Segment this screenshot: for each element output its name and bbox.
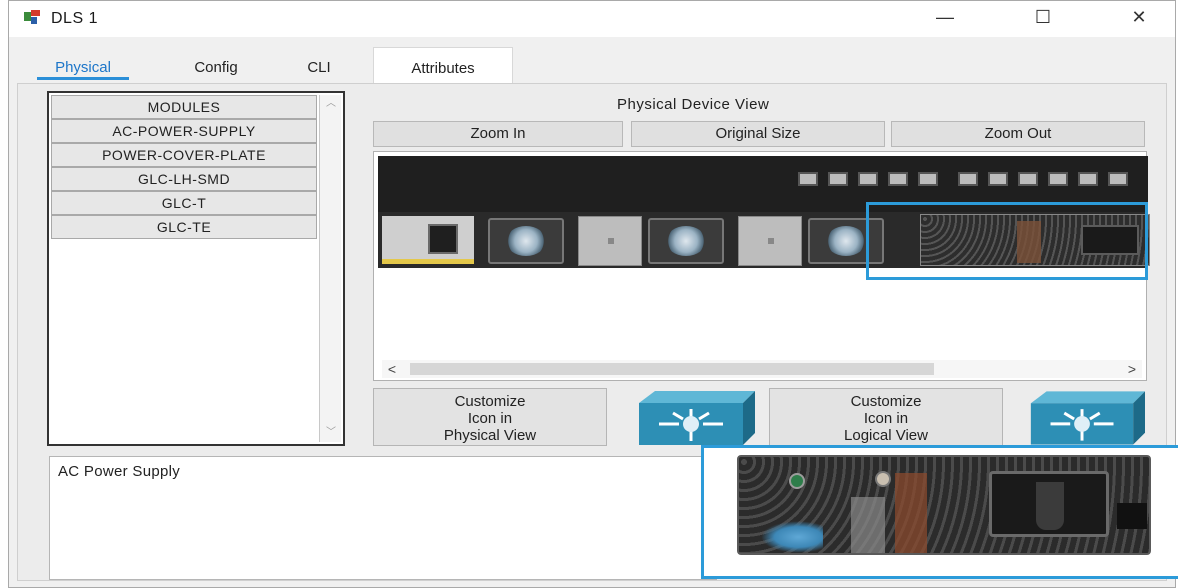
module-item[interactable]: AC-POWER-SUPPLY <box>51 119 317 143</box>
module-item[interactable]: POWER-COVER-PLATE <box>51 143 317 167</box>
power-plug-icon <box>989 471 1109 537</box>
power-supply-slot[interactable] <box>382 216 474 264</box>
button-label-line: Logical View <box>844 427 928 444</box>
port-icon <box>958 172 978 186</box>
modules-header: MODULES <box>51 95 317 119</box>
window-title: DLS 1 <box>51 10 98 27</box>
port-icon <box>1108 172 1128 186</box>
cisco-device-icon <box>24 10 40 24</box>
tab-config[interactable]: Config <box>181 47 251 83</box>
selected-slot-highlight <box>866 202 1148 280</box>
module-item[interactable]: GLC-TE <box>51 215 317 239</box>
button-label-line: Physical View <box>443 427 537 444</box>
button-label-line: Icon in <box>863 410 909 427</box>
port-icon <box>858 172 878 186</box>
multilayer-switch-icon <box>1030 391 1145 445</box>
status-led-icon <box>875 471 891 487</box>
tab-physical[interactable]: Physical <box>37 47 129 83</box>
button-label-line: Icon in <box>467 410 513 427</box>
status-bar <box>382 259 474 264</box>
title-bar: DLS 1 — ☐ ✕ <box>9 1 1175 37</box>
scroll-right-icon[interactable]: > <box>1122 360 1142 378</box>
module-description: AC Power Supply <box>49 456 717 580</box>
button-label-line: Customize <box>454 393 526 410</box>
modules-list[interactable]: MODULES AC-POWER-SUPPLY POWER-COVER-PLAT… <box>47 91 345 446</box>
multilayer-switch-icon <box>639 391 755 445</box>
port-icon <box>1078 172 1098 186</box>
blank-slot[interactable] <box>578 216 642 266</box>
port-icon <box>918 172 938 186</box>
module-item[interactable]: GLC-LH-SMD <box>51 167 317 191</box>
fan-module-icon[interactable] <box>648 218 724 264</box>
module-item[interactable]: GLC-T <box>51 191 317 215</box>
button-label-line: Customize <box>850 393 922 410</box>
ac-power-supply-preview[interactable] <box>737 455 1151 555</box>
minimize-button[interactable]: — <box>915 1 975 33</box>
maximize-button[interactable]: ☐ <box>1013 1 1073 33</box>
device-window: DLS 1 — ☐ ✕ Physical Config CLI Attribut… <box>8 0 1178 588</box>
scroll-up-icon[interactable]: ︿ <box>320 95 342 113</box>
tab-bar: Physical Config CLI Attributes <box>9 47 1175 83</box>
customize-physical-icon-button[interactable]: Customize Icon in Physical View <box>373 388 607 446</box>
blank-slot[interactable] <box>738 216 802 266</box>
zoom-out-button[interactable]: Zoom Out <box>891 121 1145 147</box>
module-items: MODULES AC-POWER-SUPPLY POWER-COVER-PLAT… <box>51 95 317 239</box>
modules-scrollbar[interactable]: ︿ ﹀ <box>319 95 341 442</box>
status-led-icon <box>789 473 805 489</box>
vent-grill <box>895 473 927 553</box>
fan-module-icon[interactable] <box>488 218 564 264</box>
latch-icon <box>1117 503 1147 529</box>
description-text: AC Power Supply <box>58 463 181 480</box>
physical-device-view-title: Physical Device View <box>617 96 770 113</box>
port-icon <box>828 172 848 186</box>
scroll-left-icon[interactable]: < <box>382 360 402 378</box>
fan-icon <box>761 521 823 553</box>
tab-attributes[interactable]: Attributes <box>373 47 513 83</box>
original-size-button[interactable]: Original Size <box>631 121 885 147</box>
zoom-in-button[interactable]: Zoom In <box>373 121 623 147</box>
close-button[interactable]: ✕ <box>1109 1 1169 33</box>
port-icon <box>798 172 818 186</box>
customize-logical-icon-button[interactable]: Customize Icon in Logical View <box>769 388 1003 446</box>
scrollbar-thumb[interactable] <box>410 363 934 375</box>
tab-cli[interactable]: CLI <box>299 47 339 83</box>
scroll-down-icon[interactable]: ﹀ <box>320 424 342 442</box>
vent-grill <box>851 497 885 553</box>
port-icon <box>988 172 1008 186</box>
port-icon <box>888 172 908 186</box>
power-socket-icon <box>428 224 458 254</box>
device-horizontal-scrollbar[interactable]: < > <box>382 360 1142 378</box>
port-icon <box>1048 172 1068 186</box>
port-icon <box>1018 172 1038 186</box>
